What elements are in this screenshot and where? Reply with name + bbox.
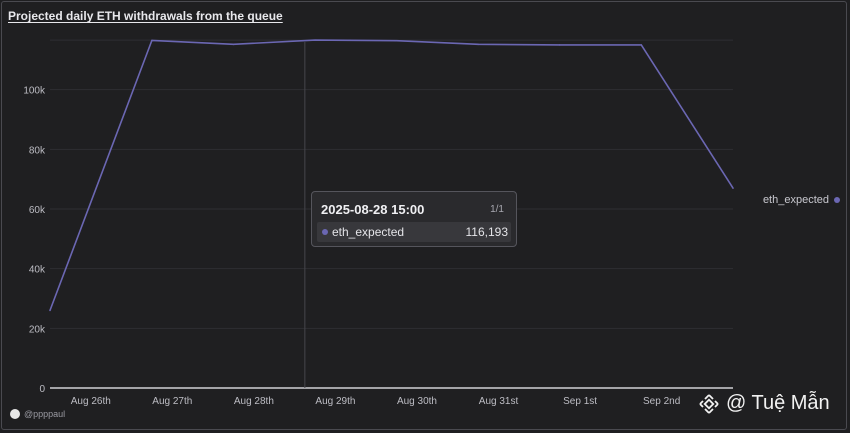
y-tick-label: 40k xyxy=(29,265,46,276)
data-point xyxy=(640,44,643,46)
x-tick-label: Aug 26th xyxy=(71,396,111,407)
watermark-text: @ Tuệ Mẫn xyxy=(726,392,830,414)
data-point xyxy=(558,44,561,46)
data-point xyxy=(232,43,235,46)
data-point xyxy=(477,43,479,46)
tooltip-series-value: 116,193 xyxy=(465,225,509,239)
avatar xyxy=(10,409,20,419)
y-tick-label: 60k xyxy=(29,205,46,216)
tooltip-series-row: eth_expected 116,193 xyxy=(317,222,511,242)
x-tick-label: Sep 2nd xyxy=(643,396,680,407)
tooltip-timestamp: 2025-08-28 15:00 xyxy=(321,202,425,217)
tooltip-page-count: 1/1 xyxy=(490,204,504,215)
x-tick-label: Aug 31st xyxy=(479,396,519,407)
legend-swatch xyxy=(834,197,840,203)
data-point xyxy=(314,39,316,41)
y-tick-label: 80k xyxy=(29,145,46,156)
x-tick-label: Aug 30th xyxy=(397,396,437,407)
data-point xyxy=(151,39,153,42)
x-tick-label: Aug 29th xyxy=(315,396,355,407)
tooltip-series-name: eth_expected xyxy=(332,225,405,239)
legend[interactable]: eth_expected xyxy=(763,194,840,206)
x-tick-label: Sep 1st xyxy=(563,396,597,407)
x-tick-label: Aug 27th xyxy=(152,396,192,407)
legend-label: eth_expected xyxy=(762,194,829,206)
y-tick-label: 0 xyxy=(39,384,45,395)
x-tick-label: Aug 28th xyxy=(234,396,274,407)
data-point xyxy=(395,39,398,42)
watermark: @ Tuệ Mẫn xyxy=(698,392,830,415)
series-line-eth_expected xyxy=(49,39,734,311)
y-tick-label: 20k xyxy=(29,324,46,335)
data-point xyxy=(732,187,734,189)
y-tick-label: 100k xyxy=(23,86,46,97)
hover-tooltip: 2025-08-28 15:00 1/1 eth_expected 116,19… xyxy=(311,191,517,247)
tooltip-series-dot xyxy=(322,229,328,235)
author-credit[interactable]: @ppppaul xyxy=(10,409,65,419)
binance-logo-icon xyxy=(699,393,719,414)
data-point xyxy=(49,309,51,312)
author-handle: @ppppaul xyxy=(24,409,66,419)
